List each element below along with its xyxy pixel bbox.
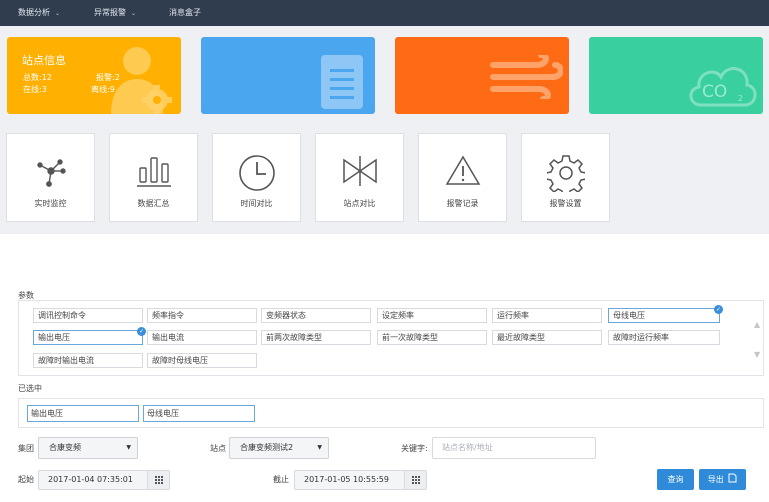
tile-realtime-monitor[interactable]: 实时监控 — [6, 133, 95, 222]
end-date-input[interactable]: 2017-01-05 10:55:59 — [294, 470, 427, 490]
param-chip[interactable]: 频率指令 — [147, 308, 257, 323]
selected-item[interactable]: 母线电压 — [143, 405, 255, 422]
keyword-label: 关键字: — [401, 444, 428, 453]
tile-data-summary-label: 数据汇总 — [137, 199, 170, 208]
document-icon — [321, 55, 363, 109]
clock-icon — [238, 155, 275, 191]
param-chip[interactable]: 前两次故障类型 — [261, 330, 371, 345]
wind-icon — [490, 55, 563, 99]
group-select-value: 合康变频 — [49, 443, 81, 452]
tile-time-compare[interactable]: 时间对比 — [212, 133, 301, 222]
check-icon: ✓ — [137, 327, 146, 336]
scroll-up-arrow[interactable]: ▲ — [754, 320, 760, 329]
warning-icon — [445, 155, 480, 185]
file-icon — [728, 473, 737, 483]
station-label: 站点 — [210, 444, 226, 453]
nav-alarm[interactable]: 异常报警 ⌄ — [94, 7, 136, 18]
network-icon — [36, 159, 66, 187]
export-button-label: 导出 — [707, 475, 724, 484]
start-label: 起始 — [18, 475, 34, 484]
station-info-title: 站点信息 — [22, 54, 66, 67]
query-button[interactable]: 查询 — [657, 469, 694, 490]
calendar-icon[interactable] — [147, 471, 169, 489]
start-date-input[interactable]: 2017-01-04 07:35:01 — [38, 470, 170, 490]
keyword-placeholder: 站点名称/地址 — [442, 443, 493, 452]
keyword-input[interactable]: 站点名称/地址 — [432, 437, 596, 459]
selected-label: 已选中 — [18, 384, 42, 393]
station-select[interactable]: 合康变频测试2 ▼ — [229, 437, 329, 459]
nav-alarm-label: 异常报警 — [94, 8, 126, 17]
valve-icon — [342, 156, 377, 186]
tile-alarm-settings[interactable]: 报警设置 — [521, 133, 610, 222]
param-chip[interactable]: 故障时输出电流 — [33, 353, 143, 368]
param-chip[interactable]: 前一次故障类型 — [377, 330, 487, 345]
end-date-value: 2017-01-05 10:55:59 — [304, 475, 389, 484]
nav-message-box-label: 消息盒子 — [169, 8, 201, 17]
co2-label: CO — [702, 82, 728, 102]
chevron-down-icon: ⌄ — [55, 10, 61, 17]
co2-card[interactable]: CO 2 — [589, 37, 763, 114]
calendar-icon[interactable] — [404, 471, 426, 489]
station-select-value: 合康变频测试2 — [240, 443, 294, 452]
gear-icon — [546, 155, 585, 192]
param-chip[interactable]: 故障时母线电压 — [147, 353, 257, 368]
top-navbar: 数据分析 ⌄ 异常报警 ⌄ 消息盒子 — [0, 0, 769, 26]
param-chip[interactable]: 输出电流 — [147, 330, 257, 345]
tile-alarm-records-label: 报警记录 — [446, 199, 479, 208]
tile-station-compare-label: 站点对比 — [343, 199, 376, 208]
document-card[interactable] — [201, 37, 375, 114]
caret-down-icon: ▼ — [317, 444, 322, 451]
param-chip[interactable]: 母线电压 — [608, 308, 720, 323]
tile-station-compare[interactable]: 站点对比 — [315, 133, 404, 222]
user-gear-icon — [111, 47, 172, 114]
chevron-down-icon: ⌄ — [131, 10, 137, 17]
end-label: 截止 — [273, 475, 289, 484]
selected-item[interactable]: 输出电压 — [27, 405, 139, 422]
tile-realtime-monitor-label: 实时监控 — [34, 199, 67, 208]
export-button[interactable]: 导出 — [699, 469, 746, 490]
tile-alarm-records[interactable]: 报警记录 — [418, 133, 507, 222]
group-label: 集团 — [18, 444, 34, 453]
caret-down-icon: ▼ — [126, 444, 131, 451]
param-chip[interactable]: 变频器状态 — [261, 308, 371, 323]
param-chip[interactable]: 最近故障类型 — [492, 330, 602, 345]
selected-box: 输出电压 母线电压 — [18, 398, 764, 428]
tile-alarm-settings-label: 报警设置 — [549, 199, 582, 208]
tile-time-compare-label: 时间对比 — [240, 199, 273, 208]
co2-subscript: 2 — [738, 94, 744, 103]
scroll-down-arrow[interactable]: ▼ — [754, 350, 760, 359]
group-select[interactable]: 合康变频 ▼ — [38, 437, 138, 459]
nav-data-analysis-label: 数据分析 — [18, 8, 50, 17]
station-online-count: 在线:3 — [23, 85, 47, 94]
start-date-value: 2017-01-04 07:35:01 — [48, 475, 133, 484]
station-total: 总数:12 — [23, 73, 52, 82]
nav-data-analysis[interactable]: 数据分析 ⌄ — [18, 7, 60, 18]
param-chip[interactable]: 故障时运行频率 — [608, 330, 720, 345]
nav-message-box[interactable]: 消息盒子 — [169, 7, 201, 18]
param-chip[interactable]: 设定频率 — [377, 308, 487, 323]
param-chip[interactable]: 输出电压 — [33, 330, 143, 345]
station-info-card[interactable]: 站点信息 总数:12 报警:2 在线:3 离线:9 — [7, 37, 181, 114]
check-icon: ✓ — [714, 305, 723, 314]
tile-data-summary[interactable]: 数据汇总 — [109, 133, 198, 222]
bar-chart-icon — [136, 157, 171, 187]
wind-card[interactable] — [395, 37, 569, 114]
param-chip[interactable]: 运行频率 — [492, 308, 602, 323]
param-chip[interactable]: 调讯控制命令 — [33, 308, 143, 323]
